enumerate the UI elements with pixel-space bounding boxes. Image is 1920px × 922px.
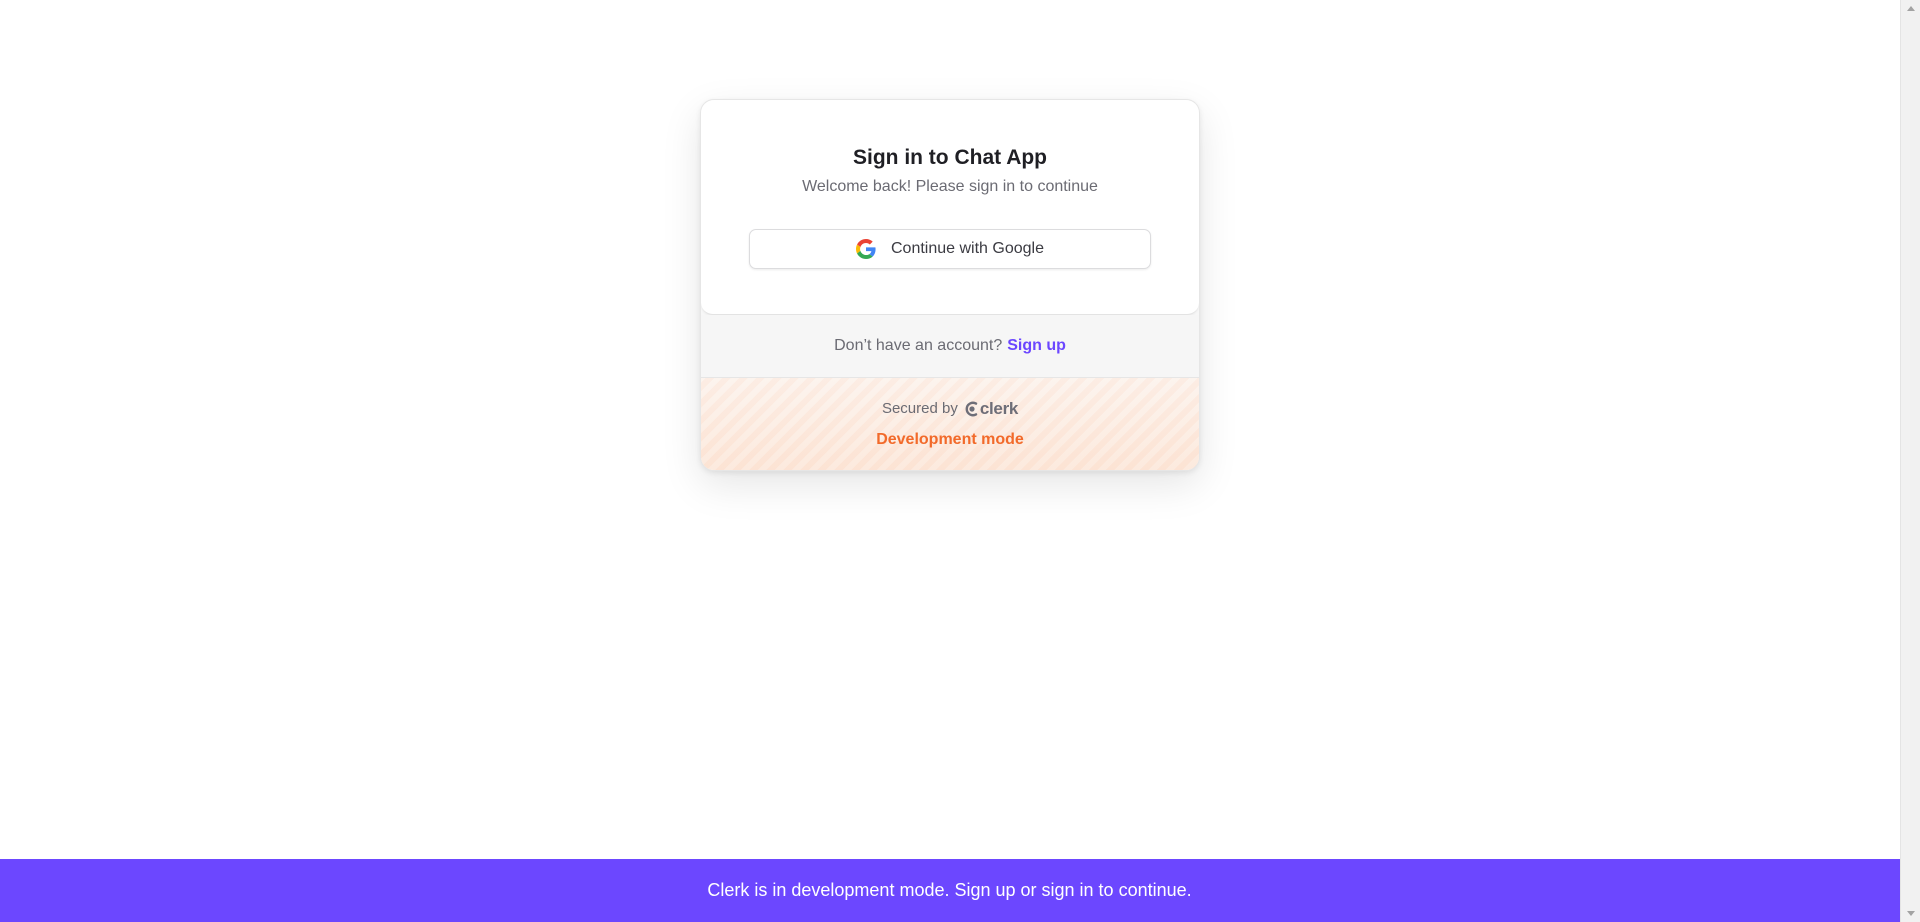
continue-with-google-button[interactable]: Continue with Google xyxy=(749,229,1151,269)
page-title: Sign in to Chat App xyxy=(852,146,1048,169)
signup-prompt-row: Don’t have an account? Sign up xyxy=(701,315,1199,378)
continue-with-google-label: Continue with Google xyxy=(891,240,1044,257)
signup-prompt-text: Don’t have an account? xyxy=(834,337,1003,354)
page: Sign in to Chat App Welcome back! Please… xyxy=(0,0,1920,922)
sign-in-card: Sign in to Chat App Welcome back! Please… xyxy=(700,99,1200,471)
sign-in-card-main: Sign in to Chat App Welcome back! Please… xyxy=(701,100,1199,315)
development-mode-label: Development mode xyxy=(876,431,1024,448)
sign-up-link[interactable]: Sign up xyxy=(1007,337,1066,355)
secured-by-text: Secured by xyxy=(881,400,958,417)
scroll-up-arrow-icon[interactable] xyxy=(1901,0,1920,17)
clerk-logo-icon xyxy=(964,401,978,417)
development-mode-banner: Clerk is in development mode. Sign up or… xyxy=(0,859,1910,922)
card-footer: Secured by clerk Development mode xyxy=(701,378,1199,470)
clerk-logo[interactable]: clerk xyxy=(964,399,1018,419)
secured-by: Secured by clerk xyxy=(701,399,1199,419)
page-subtitle: Welcome back! Please sign in to continue xyxy=(802,178,1098,195)
development-mode-banner-text: Clerk is in development mode. Sign up or… xyxy=(707,880,1192,900)
clerk-logo-text: clerk xyxy=(979,399,1019,418)
google-icon xyxy=(856,239,876,259)
page-scrollbar[interactable] xyxy=(1900,0,1920,922)
scroll-down-arrow-icon[interactable] xyxy=(1901,905,1920,922)
